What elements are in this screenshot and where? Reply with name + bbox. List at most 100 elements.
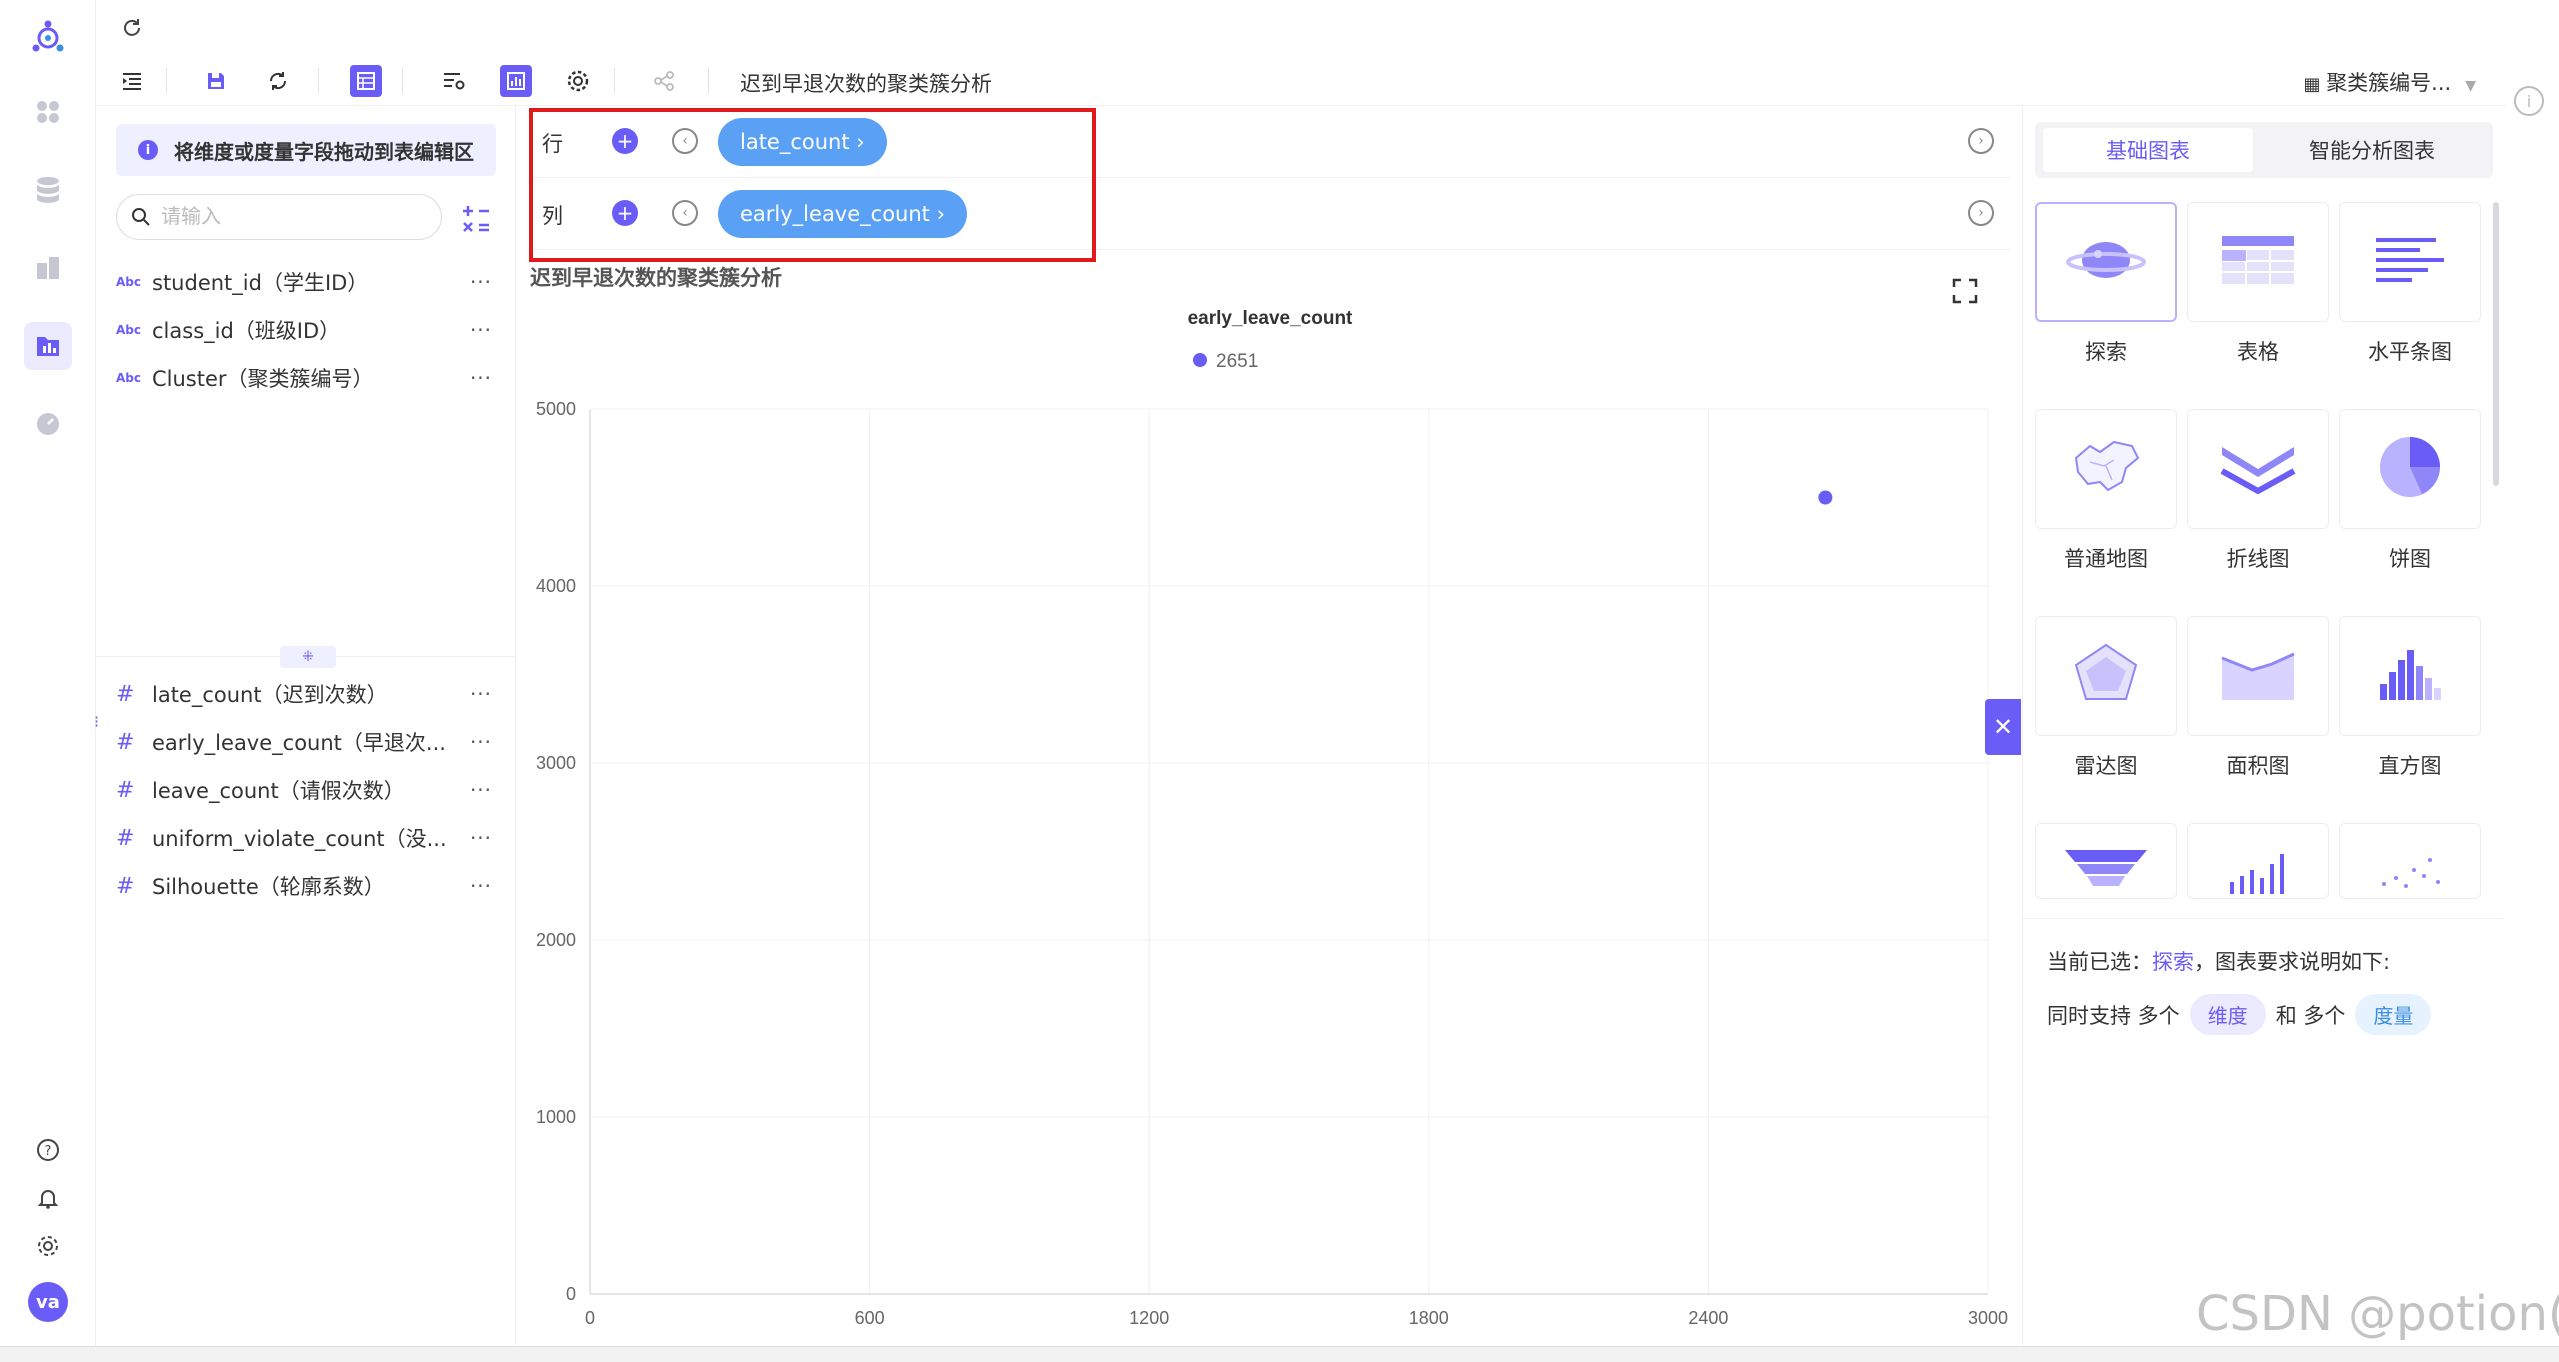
scroll-left-icon[interactable]: ‹ [672,200,698,226]
measure-field-item[interactable]: # late_count（迟到次数） ··· [116,674,496,714]
settings-gear-icon[interactable] [24,1222,72,1270]
scrollbar[interactable] [2493,202,2499,486]
info-icon: i [138,140,158,160]
more-options-icon[interactable]: ··· [466,270,496,294]
panel-divider [2023,918,2503,919]
scatter-point[interactable] [1818,490,1833,505]
chart-type-card[interactable] [2187,823,2329,899]
app-logo-icon[interactable] [24,14,72,62]
refresh-icon[interactable] [114,10,150,46]
chart-type-icon [2218,644,2298,708]
column-field-pill[interactable]: early_leave_count › [718,190,967,238]
sync-icon[interactable] [260,63,296,99]
scatter-chart[interactable]: early_leave_count 2651 0 600 1200 1800 2400 300… [520,256,2010,1346]
row-shelf[interactable]: 行 + ‹ late_count › › [530,106,2010,178]
chart-type-card[interactable] [2339,202,2481,322]
resize-handle-icon[interactable]: ⁜ [280,646,336,668]
more-options-icon[interactable]: ··· [466,366,496,390]
more-options-icon[interactable]: ··· [466,318,496,342]
outline-indent-icon[interactable] [114,63,150,99]
more-options-icon[interactable]: ··· [466,874,496,898]
collapse-panel-handle[interactable]: ⁝ [94,712,104,752]
chart-type-card[interactable] [2035,616,2177,736]
row-field-pill[interactable]: late_count › [718,118,887,166]
fullscreen-expand-icon[interactable] [1950,276,1980,306]
number-type-icon: # [116,825,135,851]
database-icon[interactable] [24,166,72,214]
chart-type-card[interactable] [2339,823,2481,899]
legend-label[interactable]: 2651 [1216,351,1258,372]
chart-type-card[interactable] [2035,409,2177,529]
chart-plot-title: early_leave_count [1188,308,1353,329]
chart-type-card[interactable] [2035,202,2177,322]
y-tick-label: 3000 [536,753,576,773]
x-tick-label: 2400 [1688,1308,1728,1328]
add-column-field-icon[interactable]: + [612,200,638,226]
toolbar-divider [402,68,403,94]
legend-marker [1193,353,1207,367]
help-icon[interactable]: ? [24,1126,72,1174]
dataset-selector[interactable]: ▦ 聚类簇编号... ▼ [2303,67,2476,97]
measure-field-item[interactable]: # uniform_violate_count（没... ··· [116,818,496,858]
chart-settings-gear-icon[interactable] [560,63,596,99]
dimension-field-item[interactable]: Abc class_id（班级ID） ··· [116,310,496,350]
measure-field-item[interactable]: # early_leave_count（早退次... ··· [116,722,496,762]
chevron-down-icon: ▼ [2465,78,2476,94]
info-icon[interactable]: i [2514,86,2544,116]
measure-field-item[interactable]: # leave_count（请假次数） ··· [116,770,496,810]
chart-type-card[interactable] [2187,616,2329,736]
dimension-field-item[interactable]: Abc student_id（学生ID） ··· [116,262,496,302]
notification-bell-icon[interactable] [24,1174,72,1222]
text-type-icon: Abc [116,323,141,337]
scroll-left-icon[interactable]: ‹ [672,128,698,154]
field-search-box[interactable] [116,194,442,240]
y-tick-label: 0 [566,1284,576,1304]
dashboard-icon[interactable] [24,244,72,292]
measure-field-item[interactable]: # Silhouette（轮廓系数） ··· [116,866,496,906]
calculated-field-icon[interactable] [458,200,494,236]
more-options-icon[interactable]: ··· [466,826,496,850]
chart-view-icon[interactable] [500,65,532,97]
filter-settings-icon[interactable] [436,63,472,99]
chart-type-card[interactable] [2035,823,2177,899]
chart-type-label: 探索 [2085,340,2127,364]
table-view-icon[interactable] [350,65,382,97]
save-icon[interactable] [198,63,234,99]
req-selected-chart[interactable]: 探索 [2152,950,2194,974]
chart-type-card[interactable] [2187,409,2329,529]
close-drawer-icon[interactable]: ✕ [1985,699,2021,755]
dimension-field-item[interactable]: Abc Cluster（聚类簇编号） ··· [116,358,496,398]
chart-type-icon [2218,437,2298,501]
field-name: late_count（迟到次数） [152,683,388,707]
chart-type-label: 普通地图 [2064,547,2148,571]
field-search-input[interactable] [161,205,401,229]
drag-hint-banner: i 将维度或度量字段拖动到表编辑区 [116,124,496,176]
req-text-b: 和 多个 [2275,1003,2346,1028]
apps-icon[interactable] [24,88,72,136]
monitor-icon[interactable] [24,400,72,448]
drag-hint-text: 将维度或度量字段拖动到表编辑区 [174,139,474,164]
tab-basic-charts[interactable]: 基础图表 [2043,128,2253,172]
chart-type-label: 水平条图 [2368,340,2452,364]
analysis-folder-icon[interactable] [24,322,72,370]
scroll-right-icon[interactable]: › [1968,128,1994,154]
column-shelf[interactable]: 列 + ‹ early_leave_count › › [530,178,2010,250]
add-row-field-icon[interactable]: + [612,128,638,154]
x-tick-label: 600 [855,1308,885,1328]
user-avatar[interactable]: va [28,1282,68,1322]
chart-type-icon [2066,639,2146,713]
more-options-icon[interactable]: ··· [466,778,496,802]
y-tick-label: 5000 [536,399,576,419]
analysis-title: 迟到早退次数的聚类簇分析 [740,72,992,96]
scroll-right-icon[interactable]: › [1968,200,1994,226]
chart-type-card[interactable] [2339,409,2481,529]
chart-type-card[interactable] [2187,202,2329,322]
more-options-icon[interactable]: ··· [466,730,496,754]
editor-toolbar: 迟到早退次数的聚类簇分析 ▦ 聚类簇编号... ▼ [96,56,2506,106]
more-options-icon[interactable]: ··· [466,682,496,706]
tab-smart-charts[interactable]: 智能分析图表 [2267,128,2477,172]
number-type-icon: # [116,873,135,899]
share-icon[interactable] [646,63,682,99]
chart-type-card[interactable] [2339,616,2481,736]
dataset-name: 聚类簇编号... [2326,71,2452,95]
